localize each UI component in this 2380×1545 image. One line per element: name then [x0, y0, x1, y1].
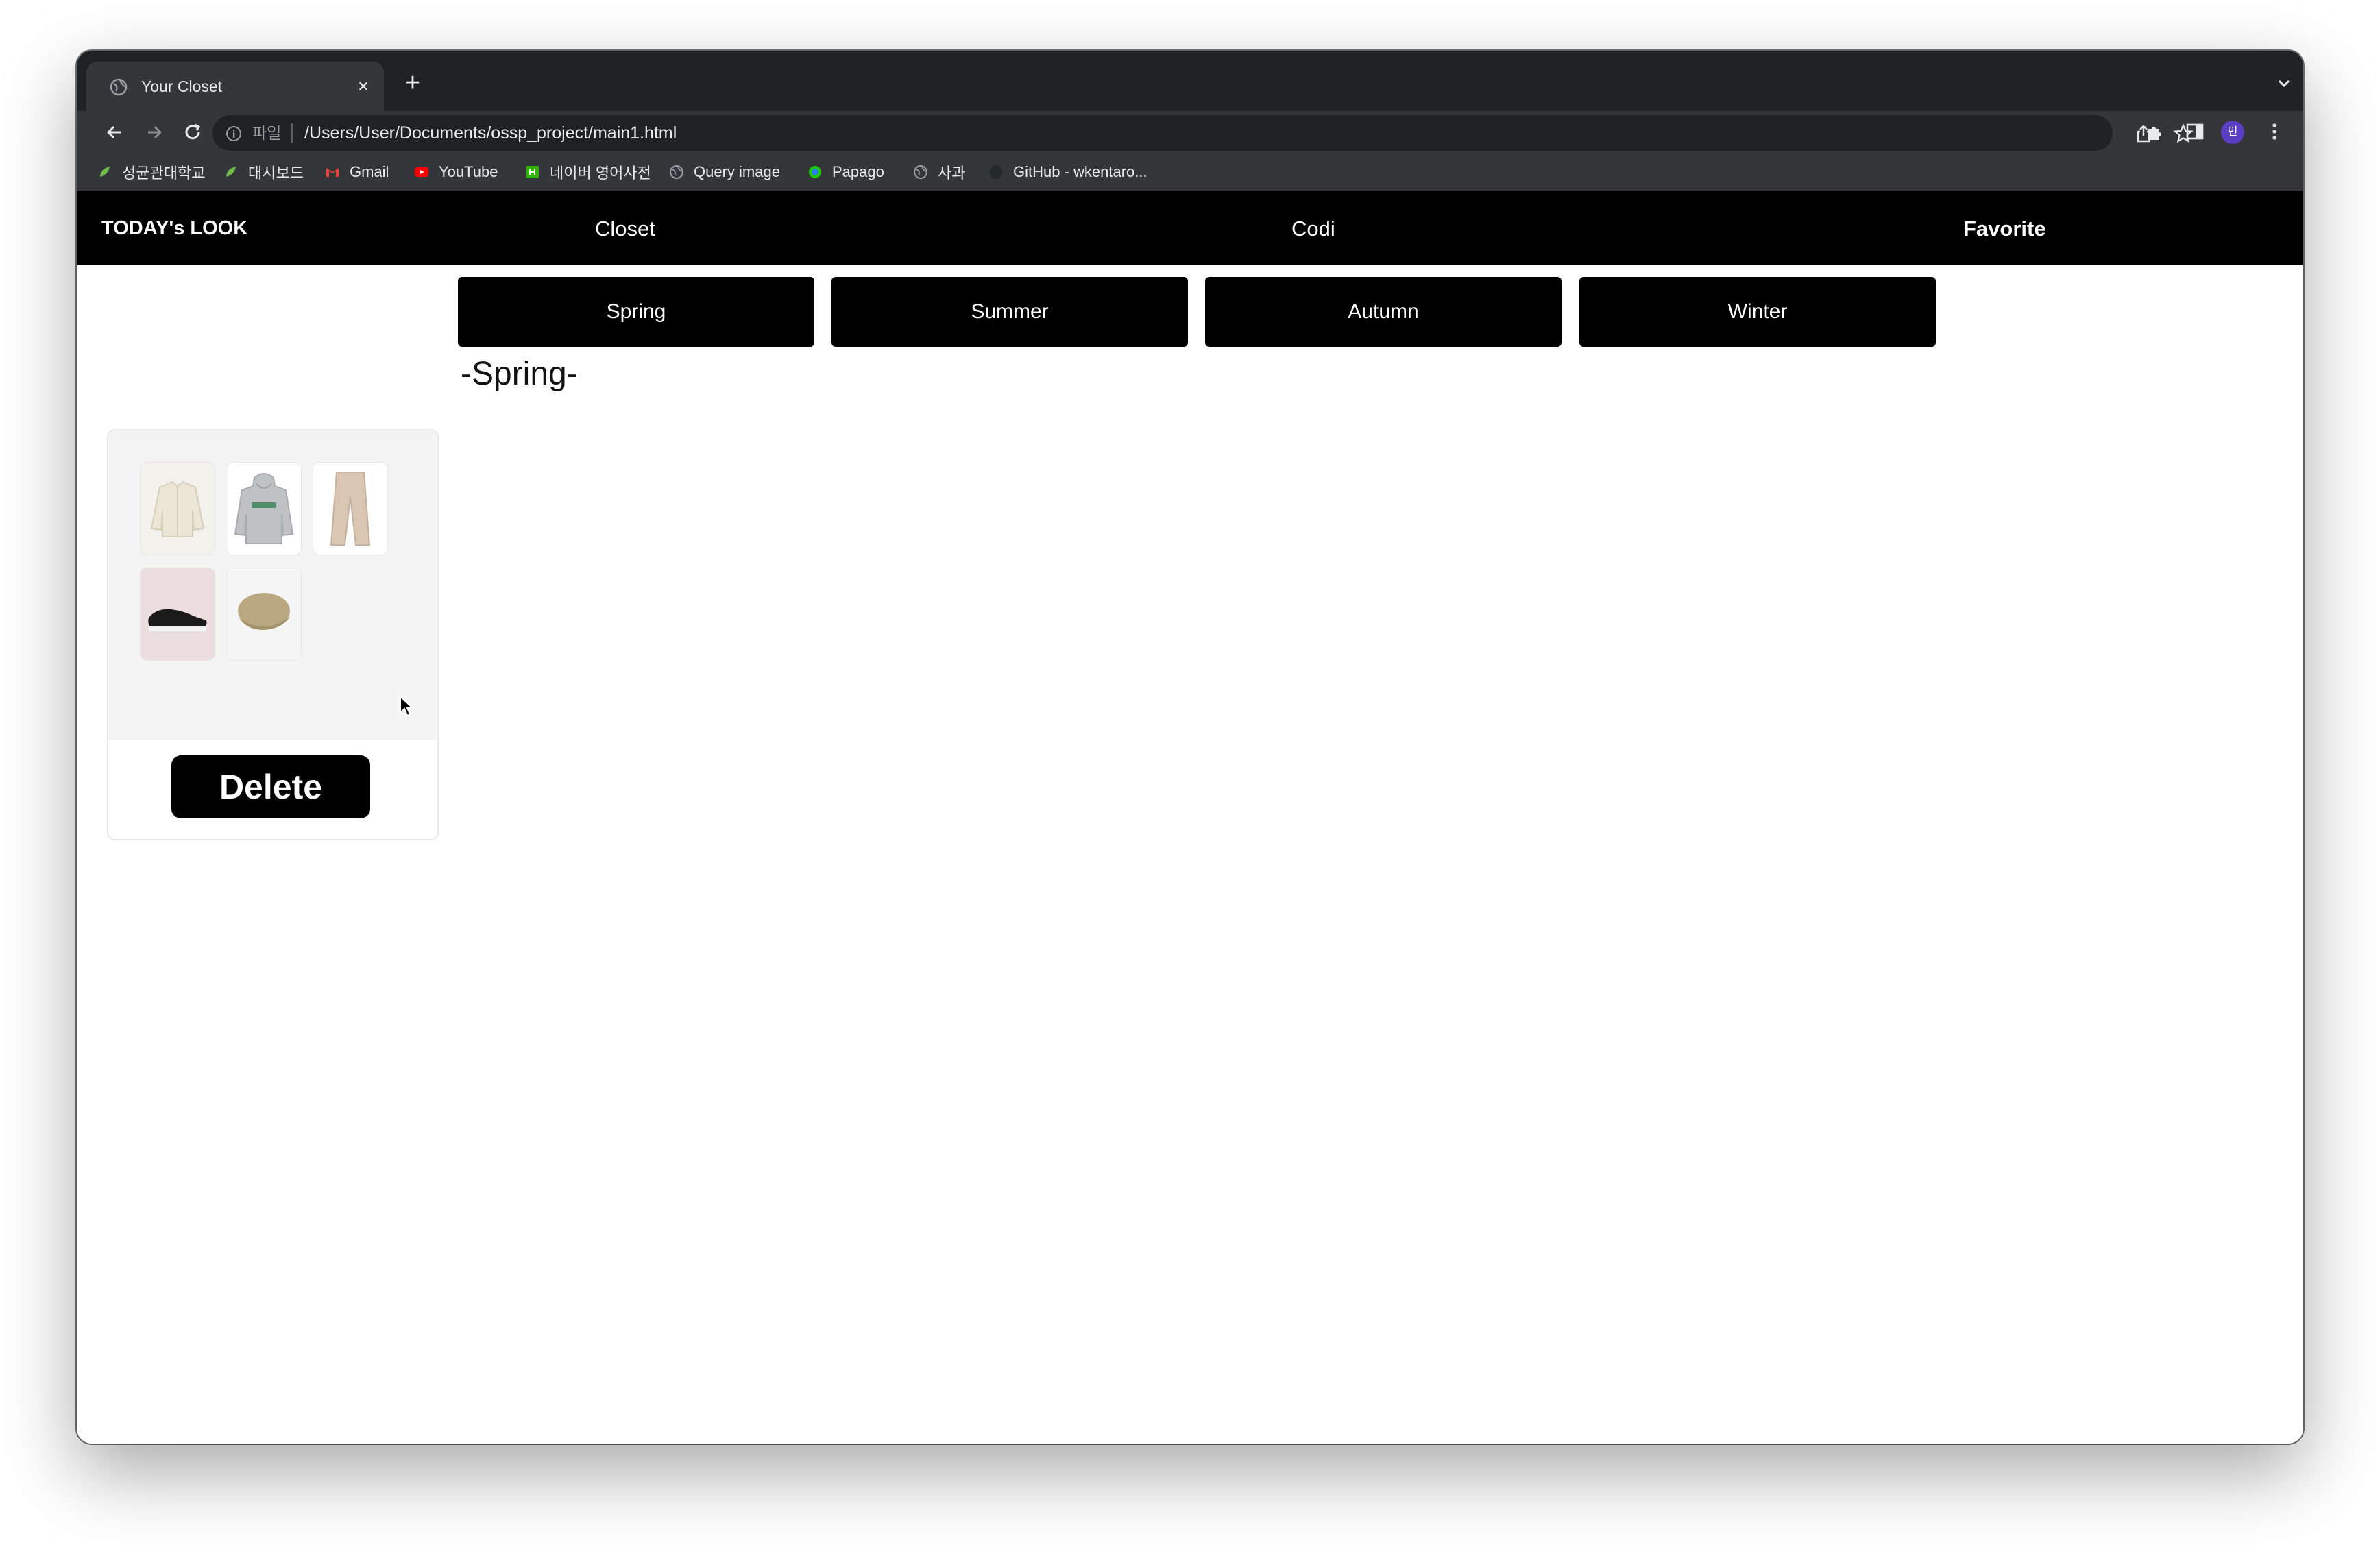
tab-strip: Your Closet × +	[77, 51, 2303, 111]
cream-jacket-image	[150, 480, 205, 537]
closet-item-black-sneakers[interactable]	[140, 568, 215, 661]
bookmark-dashboard[interactable]: 대시보드	[223, 162, 304, 182]
leaf-icon	[226, 167, 236, 177]
nav-favorite[interactable]: Favorite	[1963, 217, 2046, 241]
tab-your-closet[interactable]: Your Closet ×	[86, 62, 384, 111]
new-tab-plus-icon[interactable]: +	[399, 70, 426, 97]
bookmark-gmail[interactable]: Gmail	[325, 162, 389, 182]
closet-item-beige-cap[interactable]	[226, 568, 302, 661]
globe-icon	[914, 165, 927, 179]
closet-items-grid	[108, 430, 437, 740]
url-scheme-label: 파일	[252, 124, 282, 142]
globe-icon	[670, 165, 683, 179]
web-page: TODAY's LOOK Closet Codi Favorite Spring…	[77, 191, 2303, 1444]
nav-closet[interactable]: Closet	[595, 217, 655, 241]
back-arrow-icon[interactable]	[101, 119, 127, 145]
summer-button[interactable]: Summer	[831, 277, 1188, 347]
bookmark-query-image[interactable]: Query image	[669, 162, 780, 182]
browser-window: Your Closet × + 파일 /Users/User/Documents…	[77, 51, 2303, 1444]
gmail-icon	[326, 168, 339, 177]
reload-icon[interactable]	[180, 119, 206, 145]
profile-avatar[interactable]: 민	[2221, 121, 2244, 144]
black-sneakers-image	[148, 609, 207, 631]
closet-card: Delete	[107, 429, 439, 840]
bookmarks-bar: 성균관대학교 대시보드 Gmail YouTube 네이버 영어사전 Query…	[77, 154, 2303, 191]
mouse-cursor-icon	[400, 695, 414, 717]
nav-codi[interactable]: Codi	[1291, 217, 1335, 241]
info-icon[interactable]	[225, 125, 243, 143]
kebab-menu-icon[interactable]	[2263, 121, 2285, 143]
close-icon[interactable]: ×	[354, 77, 373, 96]
bookmark-naver-dictionary[interactable]: 네이버 영어사전	[525, 162, 651, 182]
youtube-icon	[415, 167, 428, 177]
leaf-icon	[100, 167, 110, 177]
chevron-down-icon[interactable]	[2273, 73, 2295, 95]
browser-toolbar: 파일 /Users/User/Documents/ossp_project/ma…	[77, 111, 2303, 154]
beige-pants-image	[330, 472, 371, 546]
url-text[interactable]: /Users/User/Documents/ossp_project/main1…	[304, 122, 677, 144]
address-bar[interactable]: 파일 /Users/User/Documents/ossp_project/ma…	[212, 115, 2194, 151]
bookmark-github[interactable]: GitHub - wkentaro...	[988, 162, 1148, 182]
beige-cap-image	[238, 593, 290, 630]
bookmark-papago[interactable]: Papago	[807, 162, 884, 182]
naver-dictionary-icon	[526, 166, 539, 178]
url-separator	[291, 123, 293, 143]
tab-title: Your Closet	[141, 77, 223, 95]
globe-icon	[110, 78, 127, 96]
forward-arrow-icon[interactable]	[141, 119, 167, 145]
bookmark-apple[interactable]: 사과	[913, 162, 965, 182]
closet-item-gray-hoodie[interactable]	[226, 462, 302, 555]
spring-button[interactable]: Spring	[458, 277, 814, 347]
site-navbar: TODAY's LOOK Closet Codi Favorite	[77, 191, 2303, 265]
delete-button[interactable]: Delete	[171, 755, 370, 818]
bookmark-youtube[interactable]: YouTube	[414, 162, 498, 182]
github-icon	[989, 165, 1003, 179]
site-brand[interactable]: TODAY's LOOK	[101, 217, 247, 240]
closet-item-beige-pants[interactable]	[313, 462, 388, 555]
current-season-title: -Spring-	[461, 356, 578, 392]
side-panel-icon[interactable]	[2184, 121, 2206, 143]
papago-icon	[809, 166, 821, 178]
closet-item-cream-jacket[interactable]	[140, 462, 215, 555]
bookmark-skku[interactable]: 성균관대학교	[97, 162, 205, 182]
autumn-button[interactable]: Autumn	[1205, 277, 1562, 347]
extensions-puzzle-icon[interactable]	[2144, 121, 2166, 143]
gray-hoodie-image	[234, 473, 294, 544]
winter-button[interactable]: Winter	[1579, 277, 1936, 347]
